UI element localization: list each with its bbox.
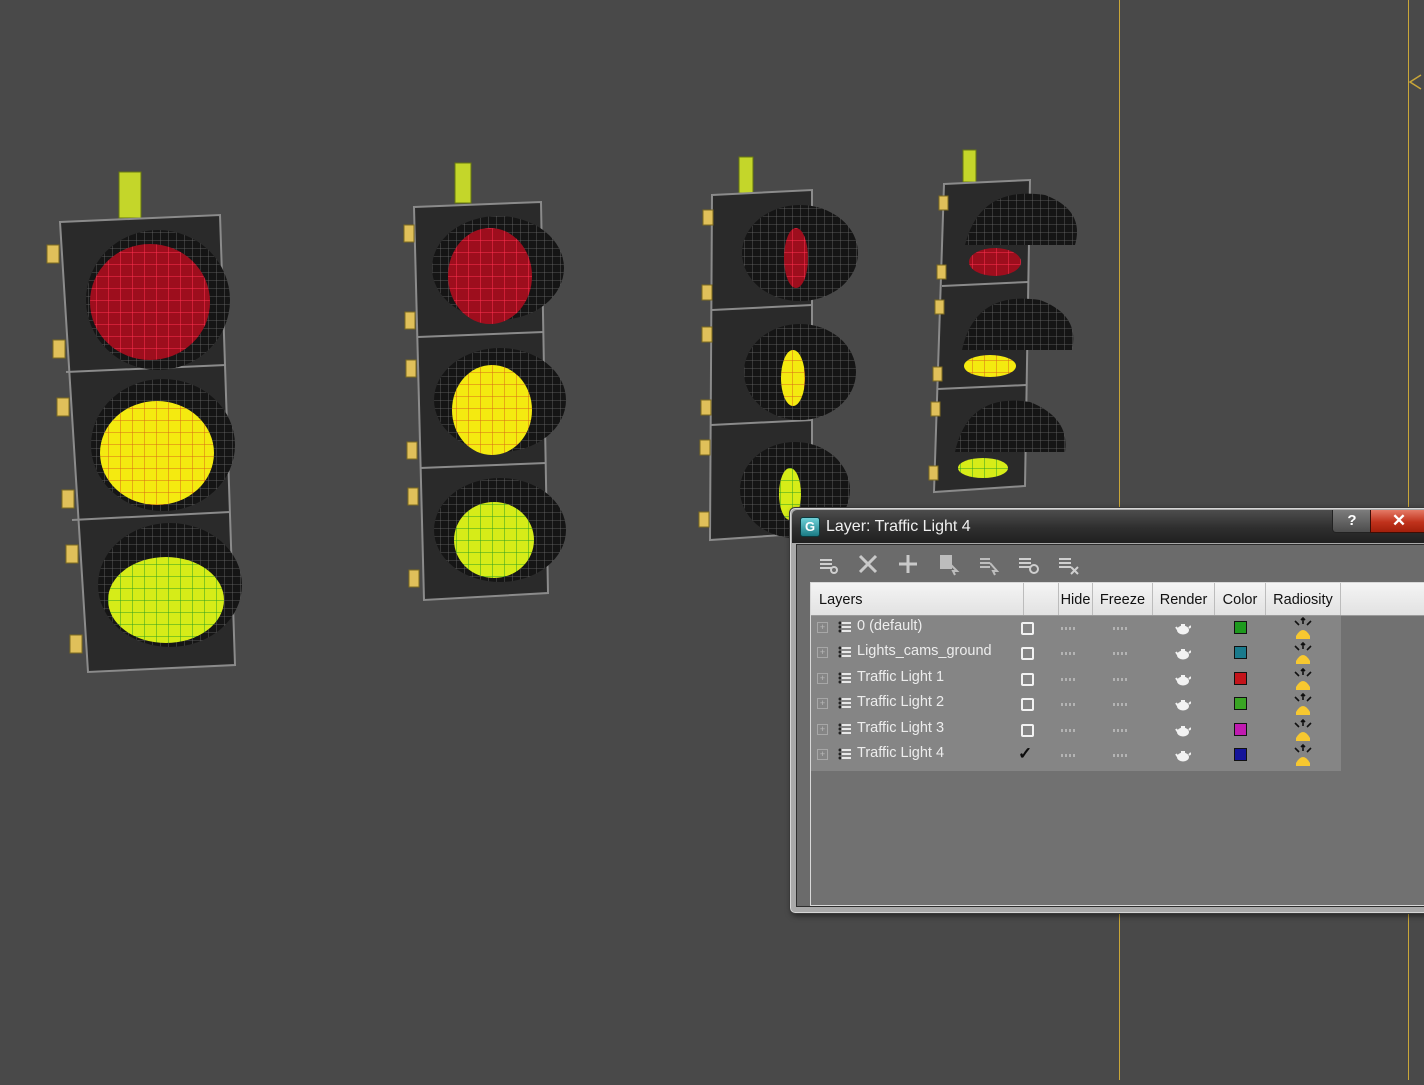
render-teapot-icon[interactable] <box>1173 645 1191 661</box>
layer-stack-icon <box>838 697 851 709</box>
render-teapot-icon[interactable] <box>1173 747 1191 763</box>
radiosity-lightbulb-icon[interactable] <box>1291 743 1315 767</box>
expand-toggle-icon[interactable]: + <box>817 647 828 659</box>
freeze-all-button[interactable] <box>1055 551 1081 577</box>
hide-toggle[interactable] <box>1061 754 1077 757</box>
layer-name[interactable]: Traffic Light 2 <box>857 694 944 710</box>
layer-name[interactable]: 0 (default) <box>857 618 922 634</box>
layer-color-swatch[interactable] <box>1234 722 1247 736</box>
layer-stack-icon <box>838 723 851 735</box>
render-teapot-icon[interactable] <box>1173 696 1191 712</box>
freeze-toggle[interactable] <box>1113 677 1129 681</box>
column-header-row: Layers Hide Freeze Render Color Radiosit… <box>811 583 1424 616</box>
frame-marker-icon <box>1408 74 1422 90</box>
close-button[interactable]: ✕ <box>1370 510 1424 533</box>
layer-row[interactable]: + Traffic Light 4 ✓ <box>811 743 1341 768</box>
hide-toggle[interactable] <box>1061 703 1077 707</box>
layer-list[interactable]: Layers Hide Freeze Render Color Radiosit… <box>810 582 1424 906</box>
hide-toggle[interactable] <box>1061 677 1077 681</box>
plus-icon <box>899 555 917 573</box>
make-current-checkbox[interactable] <box>1021 698 1034 712</box>
color-column-header[interactable]: Color <box>1215 583 1266 615</box>
radiosity-lightbulb-icon[interactable] <box>1291 641 1315 665</box>
freeze-toggle[interactable] <box>1113 652 1129 656</box>
freeze-toggle[interactable] <box>1113 728 1129 732</box>
layer-color-swatch[interactable] <box>1234 748 1247 761</box>
delete-layer-button[interactable] <box>855 551 881 577</box>
make-current-checkbox[interactable] <box>1021 622 1034 635</box>
traffic-light-model-3 <box>698 156 858 542</box>
layer-color-swatch[interactable] <box>1234 646 1247 660</box>
hide-column-header[interactable]: Hide <box>1059 583 1093 615</box>
make-current-checkbox[interactable] <box>1021 723 1034 737</box>
current-column-header[interactable] <box>1024 583 1059 615</box>
dialog-titlebar[interactable]: G Layer: Traffic Light 4 ? ✕ <box>792 510 1424 543</box>
layer-color-swatch[interactable] <box>1234 621 1247 634</box>
hide-toggle[interactable] <box>1061 652 1077 656</box>
help-button[interactable]: ? <box>1332 510 1372 533</box>
dialog-title: Layer: Traffic Light 4 <box>826 518 971 535</box>
layer-stack-icon <box>838 748 851 760</box>
layer-color-swatch[interactable] <box>1234 697 1247 711</box>
layer-name[interactable]: Traffic Light 1 <box>857 669 944 685</box>
freeze-all-icon <box>1059 558 1079 575</box>
app-logo-icon: G <box>800 517 820 537</box>
layer-row[interactable]: +0 (default) <box>811 616 1341 641</box>
layer-color-swatch[interactable] <box>1234 671 1247 685</box>
freeze-toggle[interactable] <box>1113 754 1129 757</box>
radiosity-lightbulb-icon[interactable] <box>1291 667 1315 691</box>
layers-column-header[interactable]: Layers <box>811 583 1024 615</box>
render-teapot-icon[interactable] <box>1173 722 1191 738</box>
hide-all-icon <box>1019 558 1039 574</box>
layer-row[interactable]: + Traffic Light 2 <box>811 692 1341 717</box>
radiosity-lightbulb-icon[interactable] <box>1291 692 1315 716</box>
freeze-column-header[interactable]: Freeze <box>1093 583 1153 615</box>
make-current-checkbox[interactable] <box>1021 672 1034 686</box>
hide-toggle[interactable] <box>1061 728 1077 732</box>
traffic-light-model-1 <box>46 171 242 674</box>
layer-rows: +0 (default) + Lights_cams_ground + Traffic … <box>811 616 1341 771</box>
current-layer-check-icon[interactable]: ✓ <box>1018 744 1032 764</box>
layer-row[interactable]: + Traffic Light 3 <box>811 718 1341 743</box>
radiosity-lightbulb-icon[interactable] <box>1291 718 1315 742</box>
expand-toggle-icon[interactable]: + <box>817 749 828 760</box>
hide-toggle[interactable] <box>1061 627 1077 630</box>
layer-name[interactable]: Traffic Light 3 <box>857 720 944 736</box>
layer-stack-icon <box>838 646 851 658</box>
highlight-icon <box>980 558 1000 576</box>
radiosity-lightbulb-icon[interactable] <box>1291 616 1315 640</box>
new-layer-button[interactable] <box>815 551 841 577</box>
x-icon <box>858 554 878 574</box>
hide-all-button[interactable] <box>1015 551 1041 577</box>
select-objects-icon <box>940 555 960 576</box>
layer-row[interactable]: + Traffic Light 1 <box>811 667 1341 692</box>
select-objects-button[interactable] <box>935 551 961 577</box>
traffic-light-model-2 <box>403 162 566 602</box>
layer-name[interactable]: Lights_cams_ground <box>857 643 992 659</box>
traffic-light-model-4 <box>928 149 1077 494</box>
layer-dialog[interactable]: G Layer: Traffic Light 4 ? ✕ Layers Hide… <box>789 507 1424 914</box>
render-column-header[interactable]: Render <box>1153 583 1215 615</box>
layer-row[interactable]: + Lights_cams_ground <box>811 641 1341 666</box>
freeze-toggle[interactable] <box>1113 703 1129 707</box>
expand-toggle-icon[interactable]: + <box>817 723 828 735</box>
make-current-checkbox[interactable] <box>1021 647 1034 661</box>
render-teapot-icon[interactable] <box>1173 620 1191 636</box>
add-to-layer-button[interactable] <box>895 551 921 577</box>
expand-toggle-icon[interactable]: + <box>817 698 828 710</box>
layer-name[interactable]: Traffic Light 4 <box>857 745 944 761</box>
expand-toggle-icon[interactable]: + <box>817 622 828 633</box>
radiosity-column-header[interactable]: Radiosity <box>1266 583 1341 615</box>
layer-stack-icon <box>838 672 851 684</box>
layer-stack-icon <box>838 621 851 633</box>
expand-toggle-icon[interactable]: + <box>817 672 828 684</box>
render-teapot-icon[interactable] <box>1173 671 1191 687</box>
freeze-toggle[interactable] <box>1113 627 1129 630</box>
new-layer-icon <box>820 559 838 574</box>
dialog-client-area: Layers Hide Freeze Render Color Radiosit… <box>796 544 1424 907</box>
highlight-selected-button[interactable] <box>975 551 1001 577</box>
